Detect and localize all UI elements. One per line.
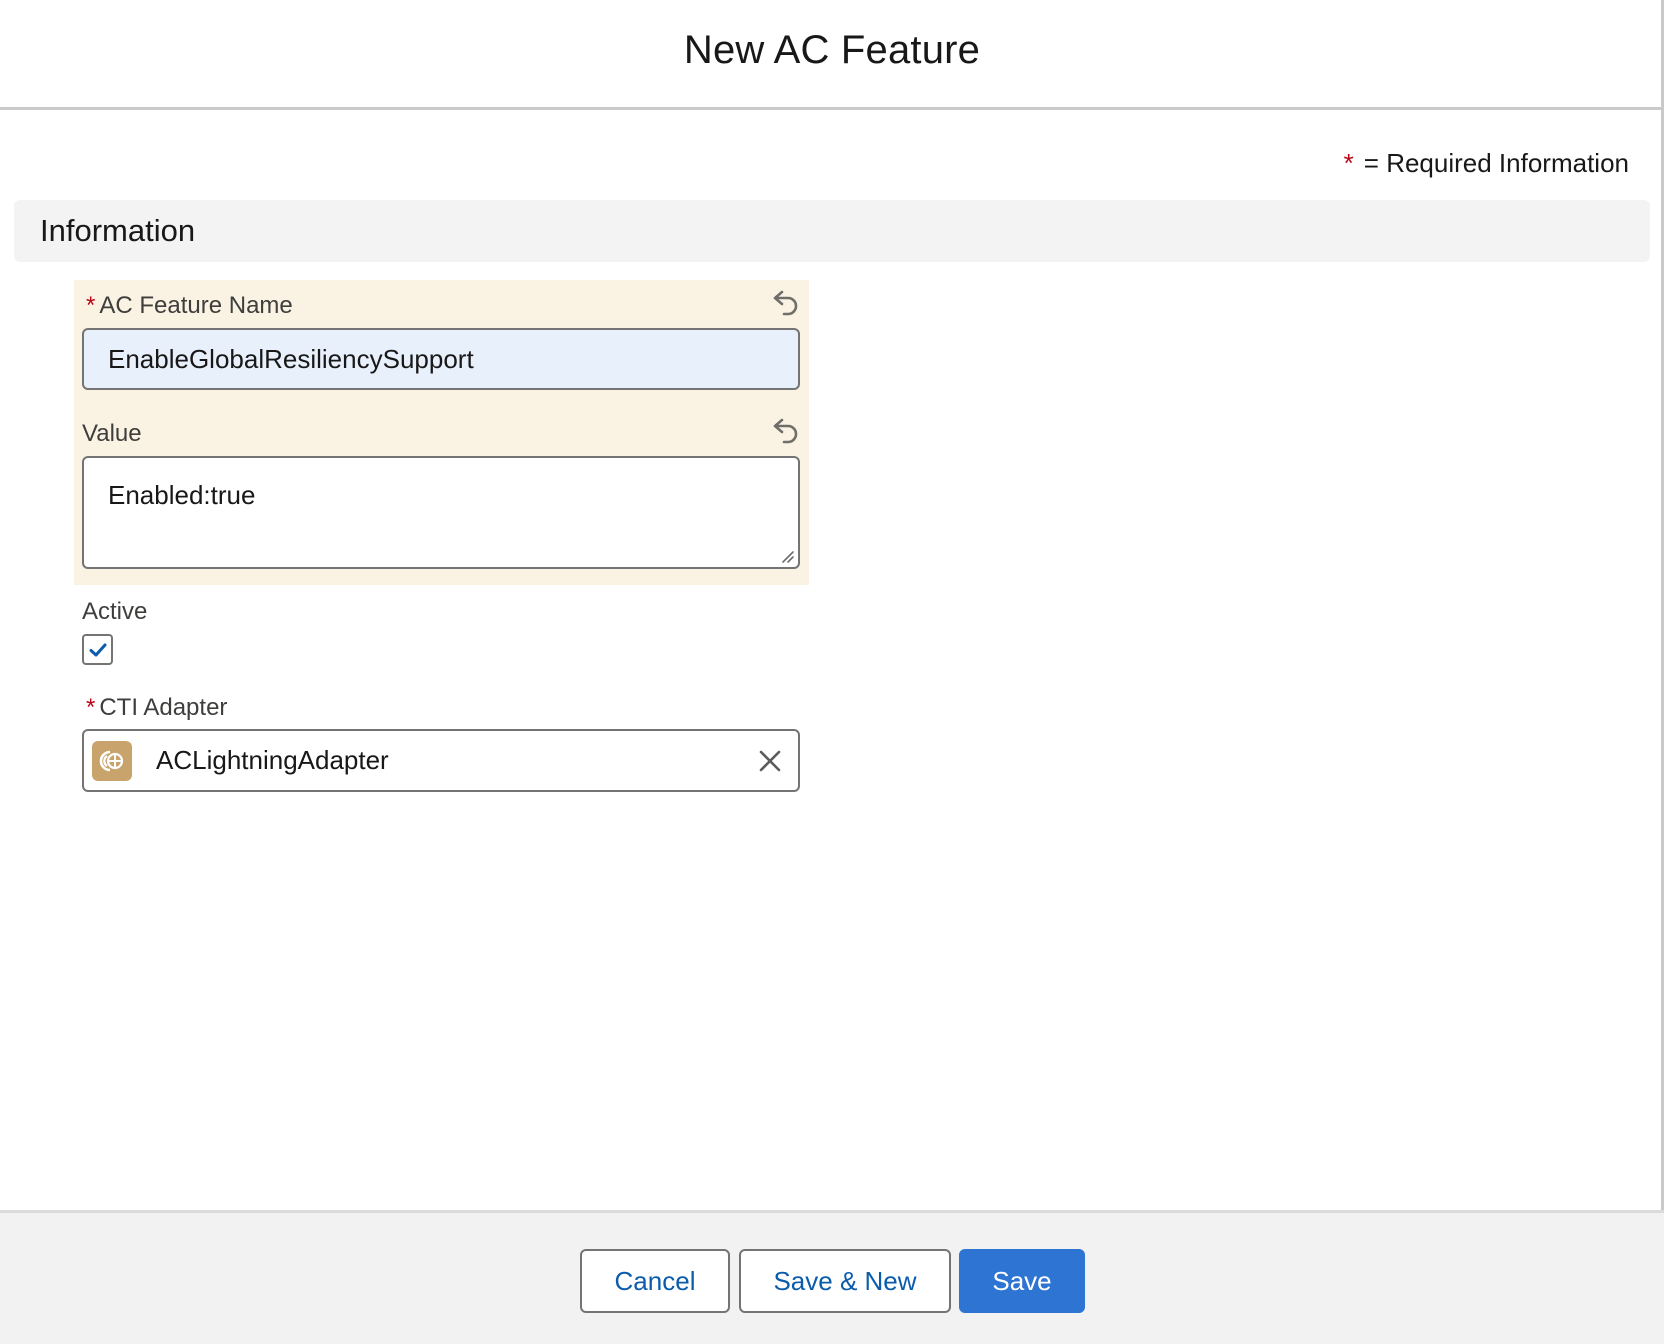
- undo-icon[interactable]: [770, 288, 800, 318]
- required-marker: *: [86, 694, 96, 721]
- resize-grip-icon[interactable]: [779, 548, 795, 564]
- feature-name-label-text: AC Feature Name: [99, 292, 293, 319]
- cti-adapter-label-text: CTI Adapter: [99, 694, 228, 721]
- required-information-note: * = Required Information: [1344, 148, 1629, 179]
- cti-adapter-lookup[interactable]: ACLightningAdapter: [82, 729, 800, 792]
- active-label: Active: [82, 598, 148, 625]
- save-button[interactable]: Save: [959, 1249, 1085, 1313]
- value-label: Value: [82, 420, 142, 447]
- modal-footer: Cancel Save & New Save: [0, 1210, 1664, 1344]
- new-record-modal: New AC Feature * = Required Information I…: [0, 0, 1664, 1344]
- undo-icon[interactable]: [770, 416, 800, 446]
- call-center-icon: [92, 741, 132, 781]
- value-textarea[interactable]: Enabled:true: [82, 456, 800, 569]
- section-header-information[interactable]: Information: [14, 200, 1650, 262]
- cti-adapter-label: * CTI Adapter: [86, 694, 227, 722]
- modal-title: New AC Feature: [683, 28, 981, 72]
- checkmark-icon: [89, 643, 106, 656]
- required-star: *: [1343, 148, 1354, 178]
- section-title: Information: [40, 213, 196, 248]
- cancel-button[interactable]: Cancel: [580, 1249, 730, 1313]
- required-marker: *: [86, 292, 96, 319]
- modal-header: New AC Feature: [0, 0, 1664, 110]
- close-icon[interactable]: [756, 747, 784, 775]
- required-note-text: = Required Information: [1363, 148, 1629, 178]
- cti-adapter-value: ACLightningAdapter: [156, 745, 389, 775]
- value-text: Enabled:true: [108, 480, 256, 510]
- feature-name-input[interactable]: EnableGlobalResiliencySupport: [82, 328, 800, 390]
- save-and-new-button[interactable]: Save & New: [739, 1249, 951, 1313]
- active-checkbox[interactable]: [82, 634, 113, 665]
- feature-name-label: * AC Feature Name: [86, 292, 293, 320]
